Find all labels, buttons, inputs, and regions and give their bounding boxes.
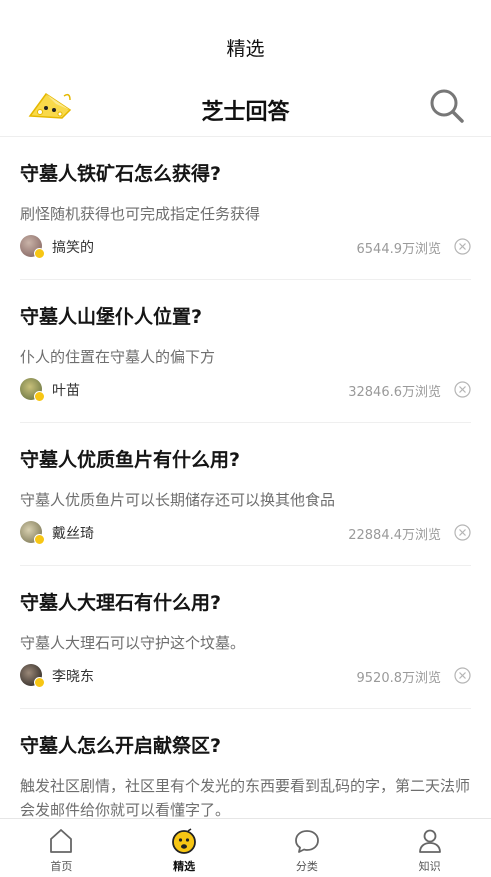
close-icon[interactable]: [454, 667, 471, 684]
tab-knowledge[interactable]: 知识: [368, 819, 491, 877]
question-title[interactable]: 守墓人大理石有什么用?: [20, 588, 221, 615]
avatar[interactable]: [20, 235, 45, 259]
question-card[interactable]: 守墓人山堡仆人位置? 仆人的住置在守墓人的偏下方 叶苗 32846.6万浏览: [20, 280, 471, 423]
badge-icon: [34, 534, 45, 545]
view-count: 6544.9万浏览: [356, 242, 442, 257]
author-name[interactable]: 李晓东: [52, 666, 94, 686]
badge-icon: [34, 391, 45, 402]
answer-snippet: 触发社区剧情，社区里有个发光的东西要看到乱码的字，第二天法师会发邮件给你就可以看…: [20, 777, 471, 818]
card-meta: 李晓东 9520.8万浏览: [20, 664, 471, 690]
search-icon[interactable]: [427, 86, 467, 126]
bottom-tab-bar: 首页 精选 分类 知识: [0, 818, 491, 877]
avatar[interactable]: [20, 664, 45, 688]
author-name[interactable]: 搞笑的: [52, 237, 94, 257]
view-count: 9520.8万浏览: [356, 671, 442, 686]
tab-home[interactable]: 首页: [0, 819, 123, 877]
avatar[interactable]: [20, 378, 45, 402]
question-card[interactable]: 守墓人怎么开启献祭区? 触发社区剧情，社区里有个发光的东西要看到乱码的字，第二天…: [20, 709, 471, 818]
question-title[interactable]: 守墓人山堡仆人位置?: [20, 302, 202, 329]
answer-snippet: 守墓人优质鱼片可以长期储存还可以换其他食品: [20, 491, 336, 509]
question-card[interactable]: 守墓人优质鱼片有什么用? 守墓人优质鱼片可以长期储存还可以换其他食品 戴丝琦 2…: [20, 423, 471, 566]
tab-label: 精选: [173, 860, 196, 873]
badge-icon: [34, 248, 45, 259]
tab-featured[interactable]: 精选: [123, 819, 246, 877]
close-icon[interactable]: [454, 524, 471, 541]
question-title[interactable]: 守墓人怎么开启献祭区?: [20, 731, 221, 758]
question-title[interactable]: 守墓人铁矿石怎么获得?: [20, 159, 221, 186]
tab-category[interactable]: 分类: [246, 819, 369, 877]
card-meta: 搞笑的 6544.9万浏览: [20, 235, 471, 261]
question-card[interactable]: 守墓人大理石有什么用? 守墓人大理石可以守护这个坟墓。 李晓东 9520.8万浏…: [20, 566, 471, 709]
page-title: 精选: [226, 38, 265, 60]
app-screen: 精选 芝士回答 守墓人铁矿石怎么获得? 刷怪随机获得也可完成指定任务获得 搞笑的…: [0, 0, 491, 877]
home-icon: [50, 829, 73, 853]
close-icon[interactable]: [454, 238, 471, 255]
answer-snippet: 守墓人大理石可以守护这个坟墓。: [20, 634, 246, 652]
cheese-face-icon: [172, 828, 197, 854]
tab-label: 首页: [50, 860, 73, 873]
close-icon[interactable]: [454, 381, 471, 398]
answer-snippet: 仆人的住置在守墓人的偏下方: [20, 348, 216, 366]
question-feed: 守墓人铁矿石怎么获得? 刷怪随机获得也可完成指定任务获得 搞笑的 6544.9万…: [0, 137, 491, 818]
question-card[interactable]: 守墓人铁矿石怎么获得? 刷怪随机获得也可完成指定任务获得 搞笑的 6544.9万…: [20, 137, 471, 280]
view-count: 32846.6万浏览: [348, 385, 441, 400]
question-title[interactable]: 守墓人优质鱼片有什么用?: [20, 445, 240, 472]
tab-label: 分类: [295, 860, 318, 873]
app-header: 芝士回答: [0, 80, 491, 137]
view-count: 22884.4万浏览: [348, 528, 441, 543]
badge-icon: [34, 677, 45, 688]
author-name[interactable]: 叶苗: [52, 380, 80, 400]
header-title: 芝士回答: [201, 100, 290, 125]
chat-bubble-icon: [294, 830, 319, 853]
person-icon: [418, 829, 441, 853]
card-meta: 戴丝琦 22884.4万浏览: [20, 521, 471, 547]
avatar[interactable]: [20, 521, 45, 545]
answer-snippet: 刷怪随机获得也可完成指定任务获得: [20, 205, 261, 223]
card-meta: 叶苗 32846.6万浏览: [20, 378, 471, 404]
author-name[interactable]: 戴丝琦: [52, 523, 94, 543]
tab-label: 知识: [418, 860, 441, 873]
